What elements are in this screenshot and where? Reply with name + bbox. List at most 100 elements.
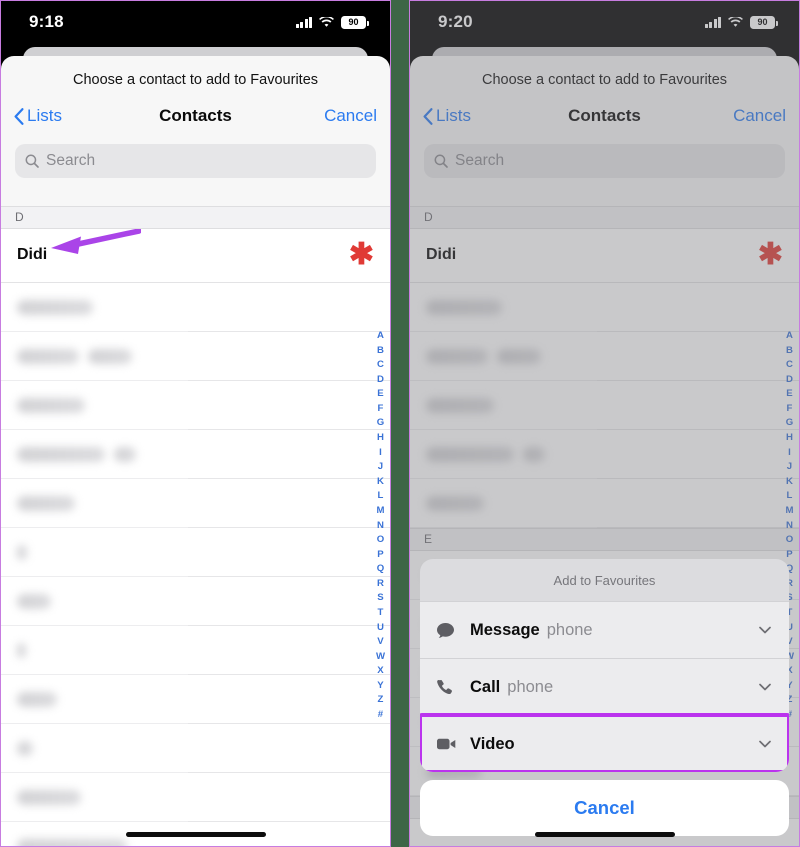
- search-icon: [434, 154, 448, 168]
- index-letter[interactable]: R: [377, 577, 384, 592]
- cancel-button[interactable]: Cancel: [733, 106, 786, 126]
- index-letter[interactable]: J: [378, 460, 383, 475]
- index-letter[interactable]: J: [787, 460, 792, 475]
- contact-row[interactable]: [1, 283, 390, 332]
- video-icon: [436, 737, 470, 751]
- index-letter[interactable]: K: [786, 475, 793, 490]
- index-letter[interactable]: O: [377, 533, 384, 548]
- index-letter[interactable]: O: [786, 533, 793, 548]
- index-letter[interactable]: C: [377, 358, 384, 373]
- contact-row[interactable]: [1, 528, 390, 577]
- wifi-icon: [319, 16, 334, 28]
- contact-row[interactable]: [1, 430, 390, 479]
- index-letter[interactable]: M: [785, 504, 793, 519]
- index-letter[interactable]: W: [376, 650, 385, 665]
- phone-icon: [436, 679, 470, 696]
- index-letter[interactable]: I: [788, 446, 791, 461]
- contact-row[interactable]: [1, 332, 390, 381]
- index-letter[interactable]: E: [786, 388, 792, 403]
- contact-row[interactable]: [1, 675, 390, 724]
- contact-row[interactable]: [1, 724, 390, 773]
- contact-row-didi[interactable]: Didi ✱: [1, 229, 390, 283]
- contact-row[interactable]: [1, 577, 390, 626]
- index-letter[interactable]: E: [377, 388, 383, 403]
- index-letter[interactable]: G: [786, 417, 793, 432]
- index-letter[interactable]: L: [378, 490, 384, 505]
- search-input[interactable]: Search: [424, 144, 785, 178]
- action-sheet-cancel-button[interactable]: Cancel: [420, 780, 789, 836]
- search-placeholder: Search: [46, 152, 96, 169]
- cellular-signal-icon: [295, 16, 312, 28]
- contact-picker-sheet-left: Choose a contact to add to Favourites Li…: [1, 56, 390, 846]
- index-letter[interactable]: N: [786, 519, 793, 534]
- search-input[interactable]: Search: [15, 144, 376, 178]
- index-letter[interactable]: D: [377, 373, 384, 388]
- index-letter[interactable]: A: [377, 329, 384, 344]
- status-bar-left: 9:18 90: [1, 1, 390, 43]
- action-sheet-options-group: Add to Favourites Message phone Call pho…: [420, 559, 789, 772]
- index-letter[interactable]: B: [377, 344, 384, 359]
- contact-row-didi[interactable]: Didi ✱: [410, 229, 799, 283]
- index-letter[interactable]: C: [786, 358, 793, 373]
- action-sheet-title: Add to Favourites: [553, 573, 656, 588]
- index-letter[interactable]: G: [377, 417, 384, 432]
- index-letter[interactable]: M: [376, 504, 384, 519]
- contact-row[interactable]: [1, 626, 390, 675]
- battery-level: 90: [757, 16, 768, 27]
- battery-icon: 90: [750, 15, 778, 29]
- index-letter[interactable]: U: [377, 621, 384, 636]
- index-letter[interactable]: P: [377, 548, 383, 563]
- search-container: Search: [1, 136, 390, 189]
- contacts-list-left[interactable]: D Didi ✱ ABCDEFGHIJKLMNOPQRSTUVWXY Z #: [1, 206, 390, 846]
- screenshot-stage: 9:18 90 Choose a contact to add to Favou…: [0, 0, 800, 847]
- index-letter[interactable]: Z: [378, 694, 384, 709]
- status-indicators: 90: [295, 15, 369, 29]
- index-letter[interactable]: H: [786, 431, 793, 446]
- alphabet-index-scrubber[interactable]: A B C D E F G H I J K L M N O P Q R S T U V W X Y Z #: [376, 329, 385, 723]
- index-letter[interactable]: H: [377, 431, 384, 446]
- index-letter[interactable]: F: [787, 402, 793, 417]
- index-letter[interactable]: Q: [377, 562, 384, 577]
- contact-row[interactable]: [410, 332, 799, 381]
- back-label: Lists: [436, 106, 471, 125]
- contact-row[interactable]: [410, 430, 799, 479]
- index-letter[interactable]: T: [378, 606, 384, 621]
- wifi-icon: [728, 16, 743, 28]
- action-detail: phone: [546, 620, 593, 639]
- contact-row[interactable]: [1, 479, 390, 528]
- action-label: Message: [470, 620, 540, 639]
- navigation-bar: Lists Contacts Cancel: [410, 102, 799, 136]
- index-letter[interactable]: F: [378, 402, 384, 417]
- index-letter[interactable]: A: [786, 329, 793, 344]
- status-indicators: 90: [704, 15, 778, 29]
- favourite-star-icon: ✱: [348, 238, 374, 271]
- index-letter[interactable]: Y: [377, 679, 383, 694]
- contact-row[interactable]: [410, 381, 799, 430]
- section-header-d: D: [410, 206, 799, 229]
- back-to-lists-button[interactable]: Lists: [14, 106, 62, 126]
- action-row-video[interactable]: Video: [420, 713, 789, 772]
- index-letter[interactable]: K: [377, 475, 384, 490]
- cancel-button[interactable]: Cancel: [324, 106, 377, 126]
- index-letter[interactable]: V: [377, 635, 383, 650]
- contact-row[interactable]: [410, 479, 799, 528]
- index-letter[interactable]: S: [377, 592, 383, 607]
- chevron-down-icon: [759, 740, 771, 748]
- index-letter[interactable]: I: [379, 446, 382, 461]
- action-label: Video: [470, 734, 515, 753]
- index-letter[interactable]: N: [377, 519, 384, 534]
- index-letter[interactable]: #: [378, 708, 383, 723]
- index-letter[interactable]: D: [786, 373, 793, 388]
- search-icon: [25, 154, 39, 168]
- action-row-call[interactable]: Call phone: [420, 658, 789, 715]
- index-letter[interactable]: X: [377, 664, 383, 679]
- contact-row[interactable]: [410, 283, 799, 332]
- add-to-favourites-action-sheet: Add to Favourites Message phone Call pho…: [420, 559, 789, 836]
- contact-row[interactable]: [1, 773, 390, 822]
- index-letter[interactable]: L: [787, 490, 793, 505]
- back-to-lists-button[interactable]: Lists: [423, 106, 471, 126]
- status-time: 9:20: [438, 12, 473, 31]
- index-letter[interactable]: B: [786, 344, 793, 359]
- action-row-message[interactable]: Message phone: [420, 601, 789, 658]
- contact-row[interactable]: [1, 381, 390, 430]
